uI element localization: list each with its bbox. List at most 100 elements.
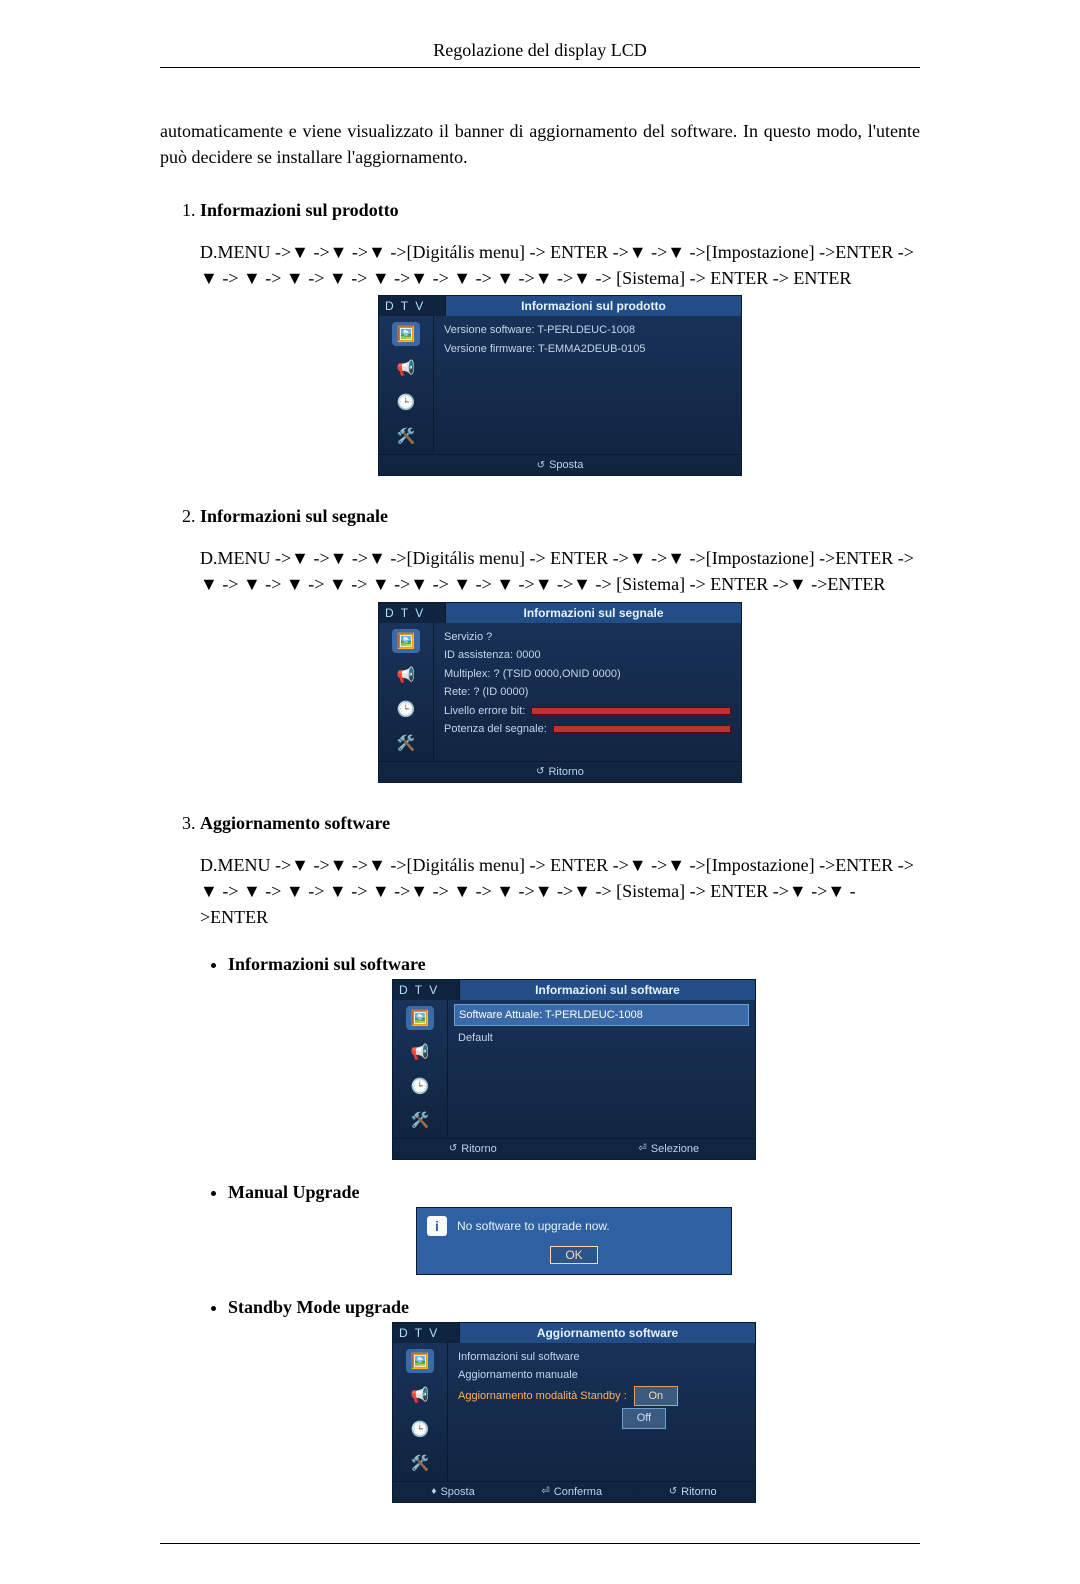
- main-list: Informazioni sul prodotto D.MENU ->▼ ->▼…: [160, 200, 920, 1503]
- osd-title: Informazioni sul software: [460, 980, 755, 1000]
- enter-icon: ⏎: [541, 1486, 549, 1497]
- bit-error-row: Livello errore bit:: [444, 703, 731, 720]
- osd-line: Versione firmware: T-EMMA2DEUB-0105: [444, 341, 731, 358]
- footer-rule: [160, 1543, 920, 1544]
- footer-label: Ritorno: [681, 1486, 716, 1498]
- return-icon: ↺: [669, 1486, 677, 1497]
- footer-action: ↺ Ritorno: [536, 766, 584, 778]
- footer-action: ↺ Ritorno: [449, 1143, 497, 1155]
- enter-icon: ⏎: [638, 1143, 646, 1154]
- osd-tab: D T V: [393, 1323, 460, 1343]
- footer-action: ↺ Ritorno: [669, 1486, 717, 1498]
- signal-strength-row: Potenza del segnale:: [444, 721, 731, 738]
- clock-icon[interactable]: 🕒: [392, 697, 420, 721]
- osd-signal-info: D T V Informazioni sul segnale 🖼️ 📢 🕒 🛠️…: [378, 602, 742, 783]
- item-title: Informazioni sul prodotto: [200, 200, 399, 220]
- nav-path: D.MENU ->▼ ->▼ ->▼ ->[Digitális menu] ->…: [200, 545, 920, 597]
- sub-item: Standby Mode upgrade D T V Aggiornamento…: [228, 1297, 920, 1503]
- osd-product-info: D T V Informazioni sul prodotto 🖼️ 📢 🕒 🛠…: [378, 295, 742, 476]
- osd-title: Informazioni sul segnale: [446, 603, 741, 623]
- return-icon: ↺: [537, 460, 545, 471]
- osd-footer: ↺ Sposta: [379, 454, 741, 475]
- page: Regolazione del display LCD automaticame…: [160, 40, 920, 1544]
- osd-sidebar: 🖼️ 📢 🕒 🛠️: [379, 316, 434, 454]
- osd-footer: ↺ Ritorno ⏎ Selezione: [393, 1138, 755, 1159]
- osd-content: Software Attuale: T-PERLDEUC-1008 Defaul…: [448, 1000, 755, 1138]
- osd-content: Versione software: T-PERLDEUC-1008 Versi…: [434, 316, 741, 454]
- nav-path: D.MENU ->▼ ->▼ ->▼ ->[Digitális menu] ->…: [200, 852, 920, 930]
- list-item: Informazioni sul segnale D.MENU ->▼ ->▼ …: [200, 506, 920, 782]
- osd-footer: ↺ Ritorno: [379, 761, 741, 782]
- footer-label: Ritorno: [548, 766, 583, 778]
- osd-title: Aggiornamento software: [460, 1323, 755, 1343]
- osd-highlight-line[interactable]: Software Attuale: T-PERLDEUC-1008: [454, 1004, 749, 1027]
- option-off[interactable]: Off: [622, 1408, 666, 1429]
- osd-line: Default: [458, 1030, 745, 1047]
- option-on[interactable]: On: [634, 1386, 678, 1407]
- osd-line: Servizio ?: [444, 629, 731, 646]
- sub-title: Informazioni sul software: [228, 954, 426, 974]
- osd-line: Versione software: T-PERLDEUC-1008: [444, 322, 731, 339]
- audio-icon[interactable]: 📢: [406, 1040, 434, 1064]
- list-item: Aggiornamento software D.MENU ->▼ ->▼ ->…: [200, 813, 920, 1503]
- footer-action: ↺ Sposta: [537, 459, 584, 471]
- menu-item-label: Aggiornamento modalità Standby :: [458, 1390, 627, 1402]
- osd-content: Informazioni sul software Aggiornamento …: [448, 1343, 755, 1481]
- clock-icon[interactable]: 🕒: [406, 1074, 434, 1098]
- osd-title: Informazioni sul prodotto: [446, 296, 741, 316]
- item-title: Informazioni sul segnale: [200, 506, 388, 526]
- menu-item[interactable]: Informazioni sul software: [458, 1349, 745, 1366]
- setup-icon[interactable]: 🛠️: [392, 731, 420, 755]
- picture-icon[interactable]: 🖼️: [406, 1349, 434, 1373]
- osd-sidebar: 🖼️ 📢 🕒 🛠️: [393, 1000, 448, 1138]
- ok-button[interactable]: OK: [550, 1246, 597, 1264]
- bit-error-bar: [531, 707, 731, 715]
- menu-item[interactable]: Aggiornamento manuale: [458, 1367, 745, 1384]
- bar-label: Livello errore bit:: [444, 703, 525, 720]
- sub-title: Standby Mode upgrade: [228, 1297, 409, 1317]
- footer-label: Sposta: [549, 459, 583, 471]
- menu-item-option-row: Off: [458, 1408, 745, 1429]
- osd-tab: D T V: [379, 296, 446, 316]
- osd-line: Multiplex: ? (TSID 0000,ONID 0000): [444, 666, 731, 683]
- osd-footer: ♦ Sposta ⏎ Conferma ↺ Ritorno: [393, 1481, 755, 1502]
- osd-sidebar: 🖼️ 📢 🕒 🛠️: [393, 1343, 448, 1481]
- footer-action: ⏎ Selezione: [638, 1143, 699, 1155]
- setup-icon[interactable]: 🛠️: [392, 424, 420, 448]
- footer-action: ♦ Sposta: [431, 1486, 474, 1498]
- osd-line: ID assistenza: 0000: [444, 647, 731, 664]
- setup-icon[interactable]: 🛠️: [406, 1108, 434, 1132]
- picture-icon[interactable]: 🖼️: [392, 629, 420, 653]
- footer-action: ⏎ Conferma: [541, 1486, 602, 1498]
- intro-paragraph: automaticamente e viene visualizzato il …: [160, 118, 920, 170]
- info-icon: i: [427, 1216, 447, 1236]
- clock-icon[interactable]: 🕒: [392, 390, 420, 414]
- return-icon: ↺: [536, 766, 544, 777]
- picture-icon[interactable]: 🖼️: [406, 1006, 434, 1030]
- footer-label: Selezione: [651, 1143, 699, 1155]
- audio-icon[interactable]: 📢: [392, 356, 420, 380]
- sub-item: Informazioni sul software D T V Informaz…: [228, 954, 920, 1160]
- osd-content: Servizio ? ID assistenza: 0000 Multiplex…: [434, 623, 741, 761]
- dialog-no-upgrade: i No software to upgrade now. OK: [416, 1207, 732, 1275]
- list-item: Informazioni sul prodotto D.MENU ->▼ ->▼…: [200, 200, 920, 476]
- setup-icon[interactable]: 🛠️: [406, 1451, 434, 1475]
- page-title: Regolazione del display LCD: [160, 40, 920, 68]
- clock-icon[interactable]: 🕒: [406, 1417, 434, 1441]
- osd-line: Rete: ? (ID 0000): [444, 684, 731, 701]
- item-title: Aggiornamento software: [200, 813, 390, 833]
- osd-software-info: D T V Informazioni sul software 🖼️ 📢 🕒 🛠…: [392, 979, 756, 1160]
- sub-title: Manual Upgrade: [228, 1182, 360, 1202]
- audio-icon[interactable]: 📢: [406, 1383, 434, 1407]
- move-icon: ♦: [431, 1486, 436, 1497]
- signal-strength-bar: [553, 725, 731, 733]
- osd-software-upgrade: D T V Aggiornamento software 🖼️ 📢 🕒 🛠️: [392, 1322, 756, 1503]
- menu-item-selected[interactable]: Aggiornamento modalità Standby : On: [458, 1386, 745, 1407]
- osd-tab: D T V: [379, 603, 446, 623]
- nav-path: D.MENU ->▼ ->▼ ->▼ ->[Digitális menu] ->…: [200, 239, 920, 291]
- osd-tab: D T V: [393, 980, 460, 1000]
- return-icon: ↺: [449, 1143, 457, 1154]
- picture-icon[interactable]: 🖼️: [392, 322, 420, 346]
- footer-label: Ritorno: [461, 1143, 496, 1155]
- audio-icon[interactable]: 📢: [392, 663, 420, 687]
